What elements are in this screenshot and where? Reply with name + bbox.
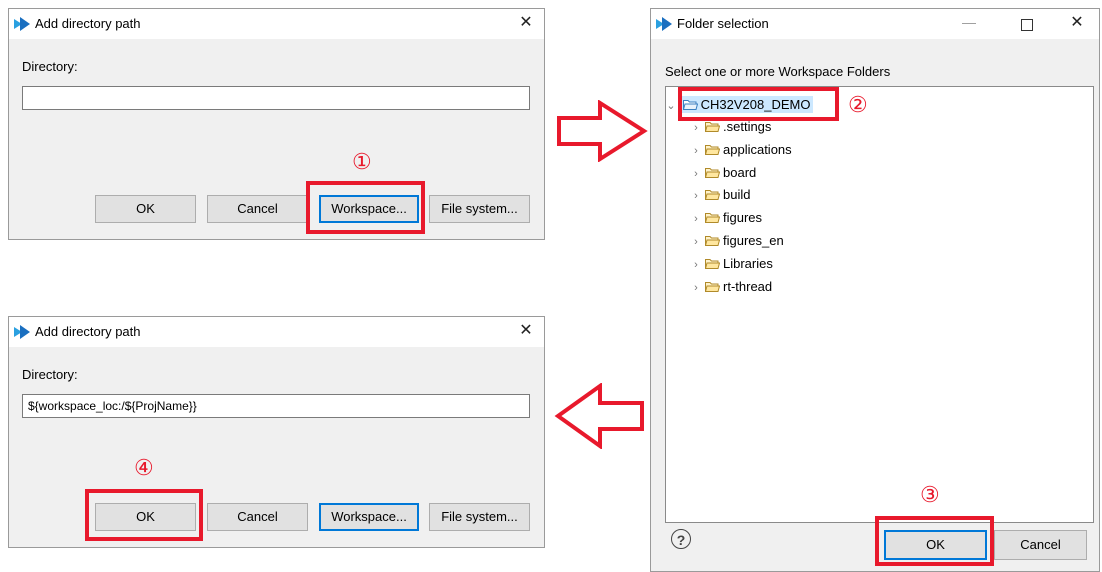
chevron-down-icon[interactable]: ⌄ xyxy=(665,96,677,116)
help-icon[interactable]: ? xyxy=(671,529,691,549)
chevron-right-icon[interactable]: › xyxy=(690,232,702,252)
chevron-right-icon[interactable]: › xyxy=(690,186,702,206)
prompt-label: Select one or more Workspace Folders xyxy=(665,64,891,79)
dialog-title: Add directory path xyxy=(35,16,141,31)
directory-label: Directory: xyxy=(22,59,78,74)
folder-label: .settings xyxy=(723,119,772,134)
folder-label: rt-thread xyxy=(723,278,773,294)
directory-input[interactable] xyxy=(22,86,530,110)
app-icon xyxy=(14,325,30,339)
chevron-right-icon[interactable]: › xyxy=(690,255,702,275)
folder-icon xyxy=(705,167,720,178)
chevron-right-icon[interactable]: › xyxy=(690,118,702,138)
folder-ok-highlight xyxy=(875,516,994,566)
cancel-button[interactable]: Cancel xyxy=(994,530,1087,560)
tree-item-folder[interactable]: › rt-thread xyxy=(690,277,772,297)
step-1-marker: ① xyxy=(352,149,372,174)
step-3-marker: ③ xyxy=(920,482,940,507)
close-icon[interactable]: ✕ xyxy=(1067,13,1087,33)
folder-label: figures xyxy=(723,210,763,226)
tree-item-folder[interactable]: › applications xyxy=(690,140,792,160)
cancel-button[interactable]: Cancel xyxy=(207,195,308,223)
file-system-button[interactable]: File system... xyxy=(429,503,530,531)
dialog-title: Add directory path xyxy=(35,324,141,339)
folder-label: build xyxy=(723,187,751,203)
directory-input[interactable]: ${workspace_loc:/${ProjName}} xyxy=(22,394,530,418)
folder-label: board xyxy=(723,164,757,180)
tree-item-folder[interactable]: › build xyxy=(690,185,750,205)
folder-label: Libraries xyxy=(723,255,773,271)
chevron-right-icon[interactable]: › xyxy=(690,278,702,298)
folder-icon xyxy=(705,122,720,132)
tree-item-folder[interactable]: › figures xyxy=(690,208,762,228)
minimize-icon[interactable]: — xyxy=(959,12,979,32)
title-bar: Folder selection — ✕ xyxy=(651,9,1099,39)
close-icon[interactable]: ✕ xyxy=(516,321,536,341)
tree-item-folder[interactable]: › board xyxy=(690,163,756,183)
project-highlight xyxy=(678,87,839,121)
tree-item-folder[interactable]: › figures_en xyxy=(690,231,784,251)
workspace-button[interactable]: Workspace... xyxy=(319,503,419,531)
app-icon xyxy=(14,17,30,31)
ok-highlight xyxy=(85,489,203,541)
title-bar: Add directory path ✕ xyxy=(9,317,544,347)
add-directory-dialog-top: Add directory path ✕ Directory: OK Cance… xyxy=(8,8,545,240)
chevron-right-icon[interactable]: › xyxy=(690,209,702,229)
cancel-button[interactable]: Cancel xyxy=(207,503,308,531)
title-bar: Add directory path ✕ xyxy=(9,9,544,39)
folder-icon xyxy=(705,281,720,292)
folder-tree[interactable]: ⌄ CH32V208_DEMO › .settings › applications ›… xyxy=(665,86,1094,523)
folder-icon xyxy=(705,190,720,201)
app-icon xyxy=(656,17,672,31)
file-system-button[interactable]: File system... xyxy=(429,195,530,223)
folder-label: figures_en xyxy=(723,233,784,248)
workspace-highlight xyxy=(306,181,425,234)
ok-button[interactable]: OK xyxy=(95,195,196,223)
folder-icon xyxy=(705,258,720,269)
arrow-left-icon xyxy=(554,383,644,449)
folder-icon xyxy=(705,144,720,155)
step-4-marker: ④ xyxy=(134,455,154,480)
tree-item-folder[interactable]: › Libraries xyxy=(690,254,773,274)
step-2-marker: ② xyxy=(848,92,868,117)
dialog-title: Folder selection xyxy=(677,16,769,31)
arrow-right-icon xyxy=(557,100,648,162)
maximize-icon[interactable] xyxy=(1021,19,1033,31)
chevron-right-icon[interactable]: › xyxy=(690,141,702,161)
folder-icon xyxy=(705,213,720,224)
folder-label: applications xyxy=(723,141,792,157)
folder-icon xyxy=(705,236,720,246)
close-icon[interactable]: ✕ xyxy=(516,13,536,33)
chevron-right-icon[interactable]: › xyxy=(690,164,702,184)
directory-label: Directory: xyxy=(22,367,78,382)
